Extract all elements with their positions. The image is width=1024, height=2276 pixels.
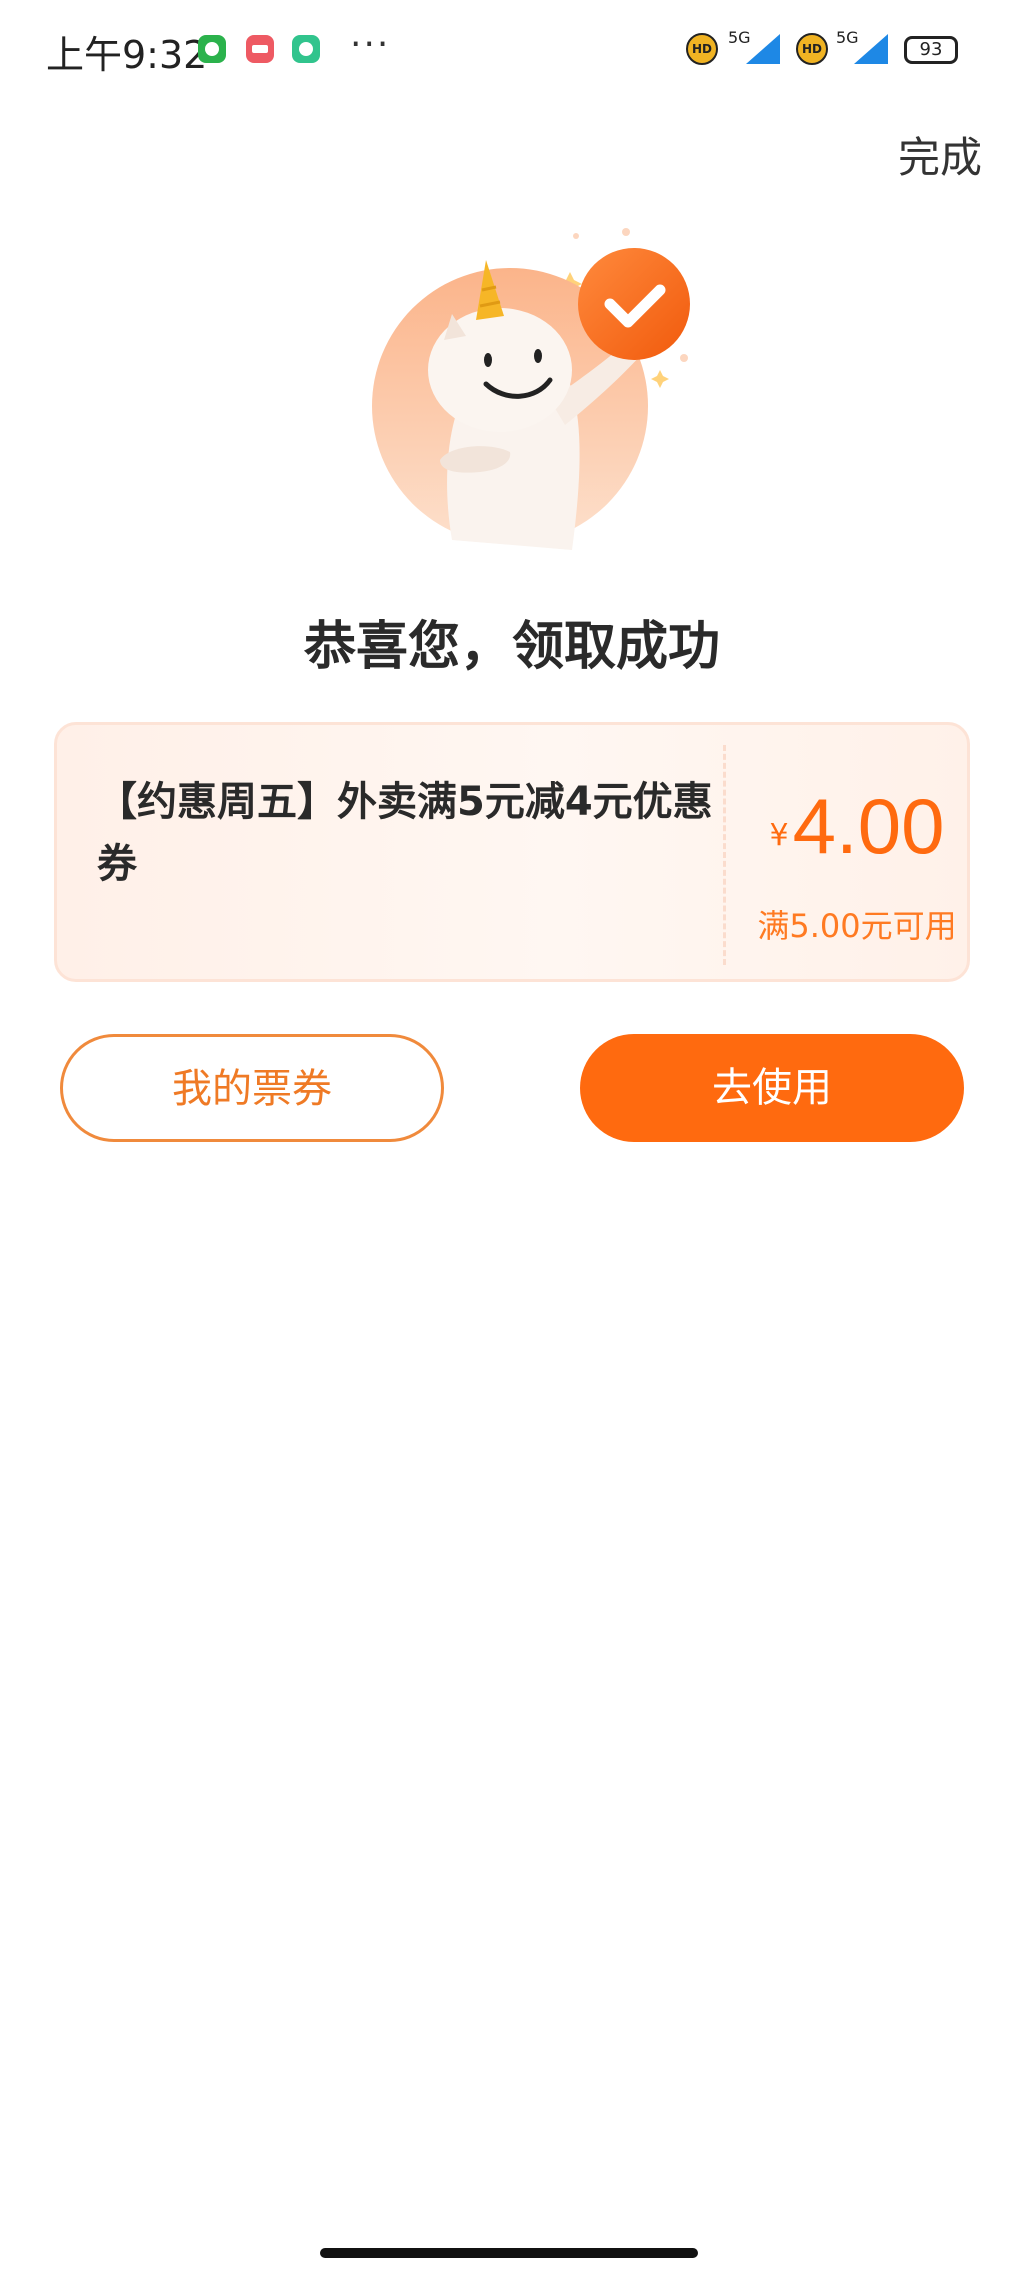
message-notification-icon	[292, 35, 320, 63]
coupon-card: 【约惠周五】外卖满5元减4元优惠券 ¥4.00 满5.00元可用	[54, 722, 970, 982]
coupon-name: 【约惠周五】外卖满5元减4元优惠券	[97, 779, 713, 887]
coupon-currency-symbol: ¥	[769, 818, 789, 853]
mascot-illustration-icon	[372, 228, 690, 550]
success-title: 恭喜您，领取成功	[303, 617, 720, 677]
my-tickets-button[interactable]: 我的票券	[60, 1034, 444, 1142]
battery-level: 93	[904, 36, 958, 64]
coupon-value: 4.00	[792, 782, 945, 870]
done-button[interactable]: 完成	[898, 124, 982, 185]
signal-strength-icon	[746, 34, 780, 64]
hd-voice-icon: HD	[796, 33, 828, 65]
hd-voice-icon: HD	[686, 33, 718, 65]
coupon-divider	[723, 745, 726, 965]
use-coupon-button[interactable]: 去使用	[580, 1034, 964, 1142]
coupon-threshold: 满5.00元可用	[757, 907, 957, 945]
more-notifications-icon: ···	[350, 24, 391, 65]
success-illustration	[340, 220, 700, 560]
status-time: 上午9:32	[46, 33, 208, 77]
status-bar: 上午9:32 ··· HD 5G HD 5G 93	[0, 0, 1024, 100]
app-notification-icon	[246, 35, 274, 63]
wechat-notification-icon	[198, 35, 226, 63]
coupon-amount: ¥4.00	[757, 781, 957, 872]
home-indicator[interactable]	[320, 2248, 698, 2258]
signal-strength-icon	[854, 34, 888, 64]
